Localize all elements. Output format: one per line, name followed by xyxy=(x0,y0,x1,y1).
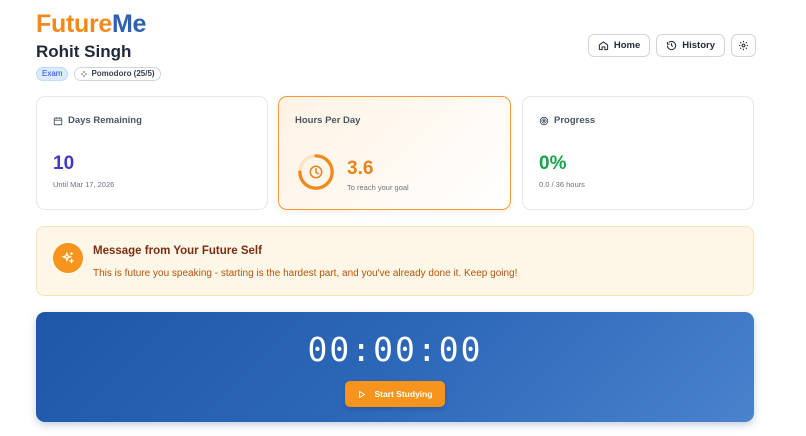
brand-part-me: Me xyxy=(111,10,147,38)
days-remaining-label: Days Remaining xyxy=(68,115,142,126)
start-studying-button[interactable]: Start Studying xyxy=(345,381,445,407)
badge-row: Exam Pomodoro (25/5) xyxy=(36,67,161,81)
history-button[interactable]: History xyxy=(656,34,725,57)
home-icon xyxy=(598,41,608,51)
future-self-message: Message from Your Future Self This is fu… xyxy=(36,226,754,296)
user-name: Rohit Singh xyxy=(36,42,132,61)
home-label: Home xyxy=(613,40,641,51)
sparkle-badge xyxy=(53,243,83,273)
progress-value: 0% xyxy=(539,153,567,174)
clock-ring-icon xyxy=(298,154,334,190)
target-icon xyxy=(539,116,549,125)
brand-part-future: Future xyxy=(36,10,112,38)
timer-panel: 00:00:00 Start Studying xyxy=(36,312,754,422)
history-icon xyxy=(667,40,677,51)
home-button[interactable]: Home xyxy=(587,34,651,57)
timer-display: 00:00:00 xyxy=(307,330,483,369)
settings-button[interactable] xyxy=(731,34,756,57)
play-icon xyxy=(359,390,366,398)
days-remaining-card: Days Remaining 10 Until Mar 17, 2026 xyxy=(36,96,268,210)
progress-sub: 0.0 / 36 hours xyxy=(539,180,585,189)
progress-label: Progress xyxy=(554,115,596,126)
message-title: Message from Your Future Self xyxy=(93,245,262,257)
progress-header: Progress xyxy=(539,115,595,126)
message-body: This is future you speaking - starting i… xyxy=(93,268,518,279)
hours-per-day-value: 3.6 xyxy=(347,158,374,179)
start-studying-label: Start Studying xyxy=(374,389,433,399)
hours-per-day-card: Hours Per Day 3.6 To reach your goal xyxy=(278,96,511,210)
clock-icon xyxy=(309,165,323,179)
pomodoro-label: Pomodoro (25/5) xyxy=(91,69,155,78)
exam-badge: Exam xyxy=(36,67,69,81)
gear-icon xyxy=(738,40,749,51)
progress-card: Progress 0% 0.0 / 36 hours xyxy=(522,96,754,210)
hours-per-day-sub: To reach your goal xyxy=(347,183,409,192)
days-remaining-sub: Until Mar 17, 2026 xyxy=(53,180,115,189)
history-label: History xyxy=(682,40,715,51)
hours-per-day-label: Hours Per Day xyxy=(295,115,361,126)
pomodoro-badge: Pomodoro (25/5) xyxy=(74,67,161,81)
hours-per-day-header: Hours Per Day xyxy=(295,115,360,126)
calendar-icon xyxy=(53,116,63,125)
days-remaining-value: 10 xyxy=(53,153,75,174)
top-nav: Home History xyxy=(587,34,756,57)
sparkle-icon xyxy=(61,251,74,264)
days-remaining-header: Days Remaining xyxy=(53,115,142,126)
app-logo: FutureMe xyxy=(36,10,146,39)
sparkle-icon xyxy=(81,71,88,77)
